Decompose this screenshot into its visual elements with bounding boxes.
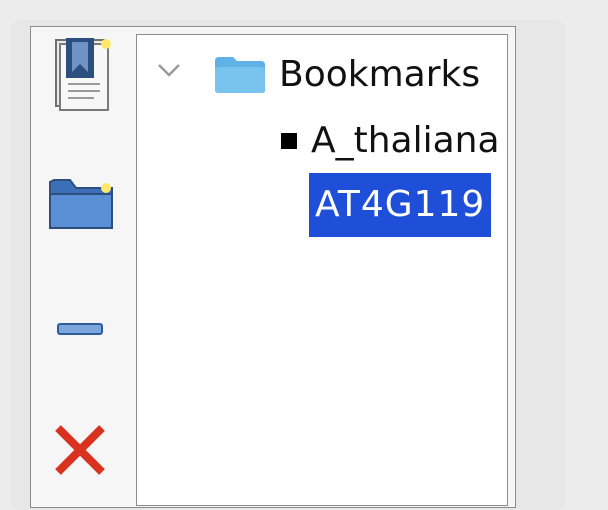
add-folder-button[interactable] — [32, 166, 134, 236]
delete-button[interactable] — [32, 414, 134, 480]
bullet-icon — [281, 133, 297, 149]
folder-add-icon — [49, 179, 113, 229]
chevron-down-icon[interactable] — [157, 63, 181, 77]
bookmark-add-icon — [55, 38, 111, 111]
tree-root-label[interactable]: Bookmarks — [279, 53, 480, 97]
tree-item-selected[interactable]: AT4G119 — [309, 173, 492, 237]
add-separator-button[interactable] — [32, 308, 134, 348]
delete-icon — [55, 425, 105, 475]
bookmarks-toolbar — [32, 28, 134, 502]
folder-icon — [215, 57, 265, 93]
bookmarks-tree[interactable]: Bookmarks A_thaliana AT4G119 — [136, 34, 508, 506]
add-bookmark-button[interactable] — [32, 34, 134, 114]
separator-icon — [57, 323, 103, 335]
tree-item-label[interactable]: A_thaliana — [311, 119, 500, 163]
